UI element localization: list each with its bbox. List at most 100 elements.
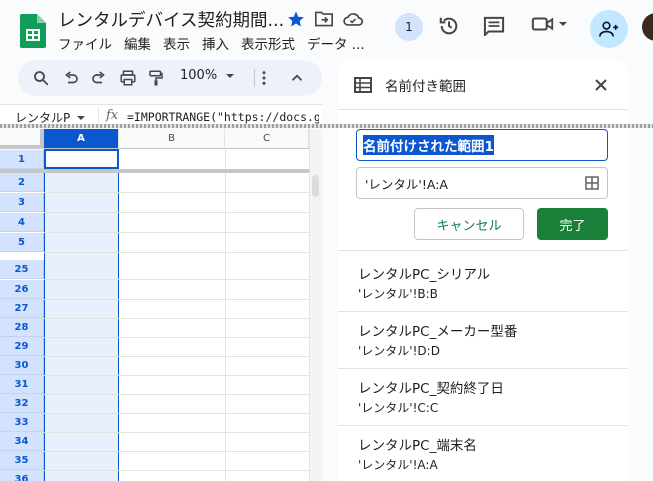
scrollbar-thumb[interactable] <box>312 175 319 197</box>
zoom-value: 100% <box>180 68 218 83</box>
panel-header: 名前付き範囲 <box>338 60 628 110</box>
history-icon[interactable] <box>438 15 460 37</box>
named-range-ref: 'レンタル'!B:B <box>358 287 438 301</box>
star-icon[interactable] <box>287 10 305 28</box>
select-all-corner[interactable] <box>0 129 44 149</box>
row-header[interactable]: 33 <box>0 413 44 432</box>
row-header[interactable]: 34 <box>0 432 44 451</box>
cancel-button[interactable]: キャンセル <box>414 208 524 240</box>
row-header[interactable]: 31 <box>0 375 44 394</box>
row-header[interactable]: 5 <box>0 233 44 252</box>
collapse-toolbar-icon[interactable] <box>288 69 306 87</box>
row-header[interactable]: 32 <box>0 394 44 413</box>
comments-icon[interactable] <box>483 16 505 36</box>
named-range-item[interactable]: レンタルPC_シリアル 'レンタル'!B:B <box>338 255 628 312</box>
row-gridline <box>44 356 309 357</box>
add-person-icon <box>599 21 619 37</box>
row-header[interactable]: 27 <box>0 299 44 318</box>
select-range-grid-icon[interactable] <box>585 176 599 190</box>
menu-file[interactable]: ファイル <box>58 33 112 53</box>
user-avatar[interactable] <box>642 13 653 41</box>
freeze-divider[interactable] <box>0 169 309 173</box>
row-header[interactable]: 30 <box>0 356 44 375</box>
document-title[interactable]: レンタルデバイス契約期間... <box>58 7 284 32</box>
row-header[interactable]: 36 <box>0 470 44 481</box>
print-icon[interactable] <box>119 69 137 87</box>
close-icon[interactable] <box>594 78 608 92</box>
row-header[interactable]: 2 <box>0 173 44 192</box>
named-range-ref: 'レンタル'!D:D <box>358 344 440 358</box>
named-range-item[interactable]: レンタルPC_メーカー型番 'レンタル'!D:D <box>338 312 628 369</box>
chevron-down-icon[interactable] <box>76 114 86 122</box>
chevron-down-icon <box>559 22 567 26</box>
row-header[interactable]: 28 <box>0 318 44 337</box>
cloud-saved-icon[interactable] <box>342 10 364 28</box>
row-gridline <box>44 432 309 433</box>
done-button[interactable]: 完了 <box>537 208 608 240</box>
row-gridline <box>44 192 309 193</box>
row-gridline <box>44 470 309 471</box>
undo-icon[interactable] <box>62 69 80 87</box>
row-gridline <box>44 212 309 213</box>
row-gridline <box>44 279 309 280</box>
range-reference-value: 'レンタル'!A:A <box>365 176 448 192</box>
search-menus-icon[interactable] <box>32 69 50 87</box>
row-gridline <box>44 337 309 338</box>
zoom-select[interactable]: 100% <box>180 68 235 83</box>
named-range-name: レンタルPC_メーカー型番 <box>358 324 518 340</box>
video-camera-icon <box>531 17 554 31</box>
formula-input[interactable]: =IMPORTRANGE("https://docs.g <box>127 110 319 124</box>
row-gridline <box>44 413 309 414</box>
share-button[interactable] <box>590 10 628 48</box>
row-header[interactable]: 3 <box>0 193 44 212</box>
column-header-c[interactable]: C <box>225 129 309 149</box>
row-gridline <box>44 394 309 395</box>
named-range-ref: 'レンタル'!C:C <box>358 401 439 415</box>
named-range-name: レンタルPC_契約終了日 <box>358 381 504 397</box>
active-cell[interactable] <box>44 149 119 169</box>
named-range-name: レンタルPC_シリアル <box>358 267 491 283</box>
named-range-name: レンタルPC_端末名 <box>358 438 477 454</box>
chevron-down-icon <box>226 73 235 78</box>
menu-edit[interactable]: 編集 <box>124 33 151 53</box>
row-header[interactable]: 35 <box>0 451 44 470</box>
row-gridline <box>44 451 309 452</box>
row-gridline <box>44 232 309 233</box>
column-header-a[interactable]: A <box>44 129 119 149</box>
sheets-logo-icon[interactable] <box>20 14 46 48</box>
panel-title: 名前付き範囲 <box>385 79 466 95</box>
range-reference-input[interactable]: 'レンタル'!A:A <box>356 167 608 199</box>
more-options-icon[interactable] <box>255 69 273 87</box>
row-gridline <box>44 252 309 253</box>
paint-format-icon[interactable] <box>147 69 165 87</box>
menu-view[interactable]: 表示 <box>163 33 190 53</box>
menu-data[interactable]: データ ... <box>307 33 365 53</box>
menu-insert[interactable]: 挿入 <box>202 33 229 53</box>
range-name-input[interactable]: 名前付けされた範囲1 <box>356 129 608 161</box>
app-header: レンタルデバイス契約期間... ファイル 編集 表示 挿入 表示形式 データ .… <box>0 0 653 58</box>
move-folder-icon[interactable] <box>314 10 334 28</box>
menu-format[interactable]: 表示形式 <box>241 33 295 53</box>
row-gridline <box>44 299 309 300</box>
row-header[interactable]: 25 <box>0 260 44 279</box>
row-gridline <box>44 318 309 319</box>
named-range-item[interactable]: レンタルPC_契約終了日 'レンタル'!C:C <box>338 369 628 426</box>
menu-bar: ファイル 編集 表示 挿入 表示形式 データ ... <box>58 33 377 53</box>
presence-count-badge[interactable]: 1 <box>395 13 423 41</box>
toolbar: 100% <box>18 60 322 96</box>
row-header[interactable]: 1 <box>0 150 44 169</box>
named-range-item[interactable]: レンタルPC_端末名 'レンタル'!A:A <box>338 426 628 481</box>
fx-icon: fx <box>106 108 119 123</box>
range-name-value: 名前付けされた範囲1 <box>363 135 494 155</box>
divider <box>338 250 628 251</box>
row-gridline <box>44 375 309 376</box>
column-header-b[interactable]: B <box>119 129 225 149</box>
row-header[interactable]: 4 <box>0 213 44 232</box>
redo-icon[interactable] <box>90 69 108 87</box>
row-header[interactable]: 26 <box>0 280 44 299</box>
table-icon <box>354 77 372 93</box>
spreadsheet-grid: A B C 1 2 3 4 5 25 26 27 28 29 30 31 32 … <box>0 129 322 481</box>
row-header[interactable]: 29 <box>0 337 44 356</box>
meet-button[interactable] <box>531 14 568 34</box>
screenshot-break <box>0 124 653 128</box>
